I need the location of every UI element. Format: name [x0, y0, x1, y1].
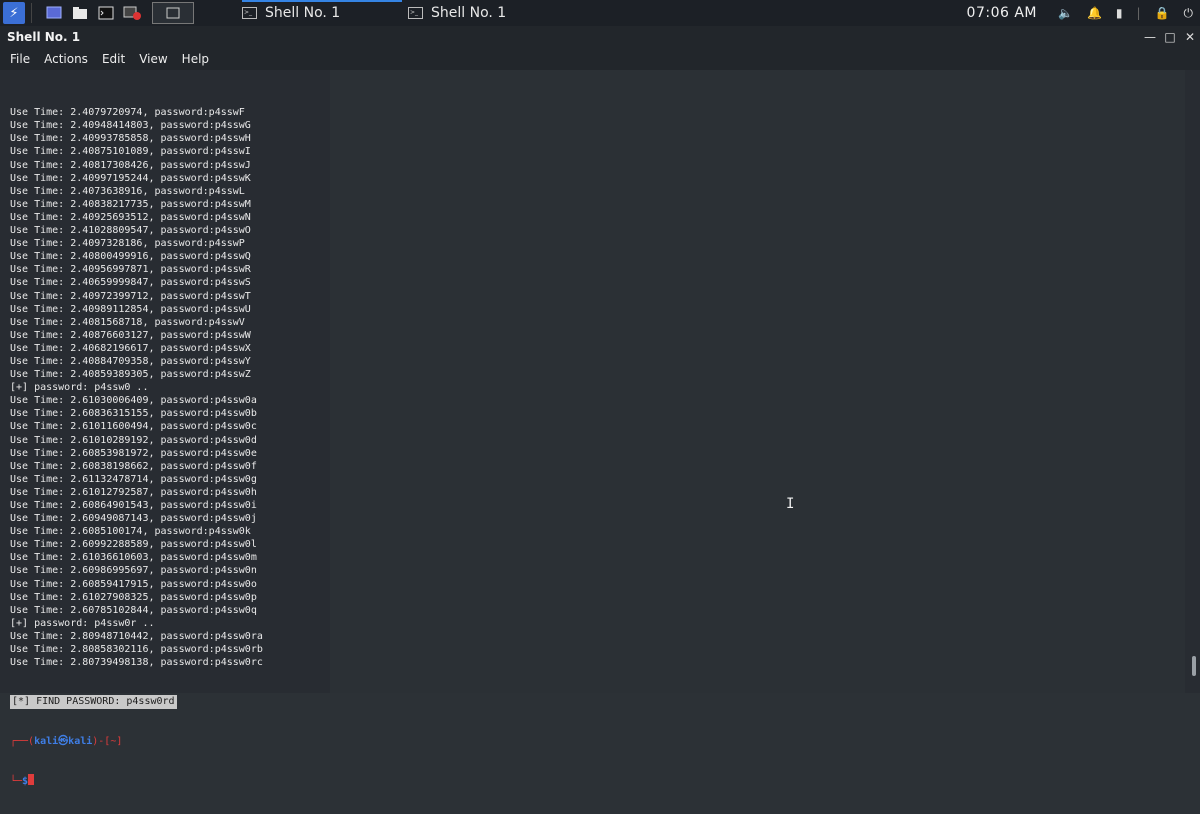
output-line: Use Time: 2.40875101089, password:p4sswI: [10, 146, 251, 158]
kali-menu-icon[interactable]: ⚡: [3, 2, 25, 24]
menu-bar: File Actions Edit View Help: [0, 48, 1200, 70]
close-icon[interactable]: ✕: [1180, 30, 1200, 44]
menu-actions[interactable]: Actions: [44, 52, 88, 66]
task-label: Shell No. 1: [431, 5, 507, 21]
output-line: Use Time: 2.40800499916, password:p4sswQ: [10, 251, 251, 263]
menu-edit[interactable]: Edit: [102, 52, 125, 66]
output-line: Use Time: 2.4073638916, password:p4sswL: [10, 185, 245, 197]
output-line: Use Time: 2.60785102844, password:p4ssw0…: [10, 604, 257, 616]
output-line: Use Time: 2.60836315155, password:p4ssw0…: [10, 408, 257, 420]
output-line: Use Time: 2.40972399712, password:p4sswT: [10, 290, 251, 302]
lock-icon[interactable]: 🔒: [1155, 6, 1170, 20]
output-line: Use Time: 2.80858302116, password:p4ssw0…: [10, 644, 263, 656]
output-line: Use Time: 2.40993785858, password:p4sswH: [10, 133, 251, 145]
output-line: Use Time: 2.40956997871, password:p4sswR: [10, 264, 251, 276]
text-cursor: [28, 773, 35, 785]
output-line: Use Time: 2.60986995697, password:p4ssw0…: [10, 565, 257, 577]
separator-icon: |: [1136, 6, 1141, 20]
output-line: Use Time: 2.40659999847, password:p4sswS: [10, 277, 251, 289]
output-line: Use Time: 2.40948414803, password:p4sswG: [10, 120, 251, 132]
taskbar: ⚡ >_ Shell No. 1 >_ Shell No. 1 07:06 AM…: [0, 0, 1200, 27]
output-line: Use Time: 2.40817308426, password:p4sswJ: [10, 159, 251, 171]
mouse-cursor-icon: I: [786, 496, 795, 512]
output-line: Use Time: 2.80948710442, password:p4ssw0…: [10, 630, 263, 642]
minimize-icon[interactable]: —: [1140, 30, 1160, 44]
menu-help[interactable]: Help: [182, 52, 209, 66]
system-tray: 07:06 AM 🔈 🔔 ▮ | 🔒 ⏻: [967, 0, 1200, 26]
output-line: Use Time: 2.40884709358, password:p4sswY: [10, 355, 251, 367]
window-controls: — □ ✕: [1140, 26, 1200, 48]
output-line: Use Time: 2.61030006409, password:p4ssw0…: [10, 395, 257, 407]
output-line: [+] password: p4ssw0r ..: [10, 617, 155, 629]
output-line: Use Time: 2.61012792587, password:p4ssw0…: [10, 486, 257, 498]
task-shell-2[interactable]: >_ Shell No. 1: [408, 0, 568, 26]
clock[interactable]: 07:06 AM: [967, 5, 1037, 21]
output-line: Use Time: 2.40859389305, password:p4sswZ: [10, 369, 251, 381]
browser-icon[interactable]: [122, 4, 142, 22]
terminal-task-icon: >_: [242, 7, 257, 19]
background-window-ghost: [330, 70, 1185, 693]
window-titlebar[interactable]: Shell No. 1 — □ ✕: [0, 26, 1200, 48]
task-shell-1[interactable]: >_ Shell No. 1: [242, 0, 402, 26]
prompt-user: kali㉿kali: [34, 735, 93, 747]
output-line: Use Time: 2.60992288589, password:p4ssw0…: [10, 539, 257, 551]
output-line: Use Time: 2.60864901543, password:p4ssw0…: [10, 500, 257, 511]
file-manager-icon[interactable]: [70, 4, 90, 22]
output-line: Use Time: 2.61011600494, password:p4ssw0…: [10, 421, 257, 433]
menu-file[interactable]: File: [10, 52, 30, 66]
workspace-switcher[interactable]: [152, 2, 194, 24]
terminal-task-icon: >_: [408, 7, 423, 19]
terminal-area[interactable]: Use Time: 2.4079720974, password:p4sswF U…: [0, 70, 1200, 787]
find-password-line: [*] FIND PASSWORD: p4ssw0rd: [10, 695, 177, 709]
window-title: Shell No. 1: [7, 30, 81, 44]
output-line: Use Time: 2.60853981972, password:p4ssw0…: [10, 447, 257, 459]
output-line: Use Time: 2.40997195244, password:p4sswK: [10, 172, 251, 184]
output-line: Use Time: 2.40925693512, password:p4sswN: [10, 211, 251, 223]
output-line: Use Time: 2.61010289192, password:p4ssw0…: [10, 434, 257, 446]
output-line: Use Time: 2.40682196617, password:p4sswX: [10, 342, 251, 354]
output-lines: Use Time: 2.4079720974, password:p4sswF U…: [10, 106, 263, 669]
menu-view[interactable]: View: [139, 52, 167, 66]
output-line: Use Time: 2.4079720974, password:p4sswF: [10, 107, 245, 119]
output-line: Use Time: 2.40989112854, password:p4sswU: [10, 303, 251, 315]
prompt-line-1: ┌──(kali㉿kali)-[~]: [10, 735, 263, 748]
output-line: Use Time: 2.61027908325, password:p4ssw0…: [10, 591, 257, 603]
prompt-open: ┌──(: [10, 735, 35, 747]
output-line: Use Time: 2.4097328186, password:p4sswP: [10, 238, 245, 250]
terminal-output: Use Time: 2.4079720974, password:p4sswF U…: [10, 80, 263, 814]
terminal-launcher-icon[interactable]: [96, 4, 116, 22]
output-line: Use Time: 2.40876603127, password:p4sswW: [10, 329, 251, 341]
output-line: Use Time: 2.60859417915, password:p4ssw0…: [10, 578, 257, 590]
notifications-icon[interactable]: 🔔: [1087, 6, 1102, 20]
output-line: [+] password: p4ssw0 ..: [10, 382, 149, 394]
output-line: Use Time: 2.41028809547, password:p4sswO: [10, 225, 251, 237]
output-line: Use Time: 2.61132478714, password:p4ssw0…: [10, 473, 257, 485]
output-line: Use Time: 2.61036610603, password:p4ssw0…: [10, 552, 257, 564]
output-line: Use Time: 2.6085100174, password:p4ssw0k: [10, 526, 251, 538]
maximize-icon[interactable]: □: [1160, 30, 1180, 44]
task-label: Shell No. 1: [265, 5, 341, 21]
taskbar-separator: [31, 3, 32, 23]
prompt-line-2: └─$: [10, 773, 263, 788]
terminal-scrollbar[interactable]: [1192, 656, 1196, 676]
output-line: Use Time: 2.80739498138, password:p4ssw0…: [10, 657, 263, 669]
output-line: Use Time: 2.60838198662, password:p4ssw0…: [10, 460, 257, 472]
prompt-close: └─: [10, 775, 23, 787]
active-task-indicator: [242, 0, 402, 2]
output-line: Use Time: 2.40838217735, password:p4sswM: [10, 198, 251, 210]
output-line: Use Time: 2.60949087143, password:p4ssw0…: [10, 513, 257, 525]
output-line: Use Time: 2.4081568718, password:p4sswV: [10, 316, 245, 328]
prompt-dir: )-[~]: [92, 735, 123, 747]
volume-icon[interactable]: 🔈: [1058, 6, 1073, 20]
logout-icon[interactable]: ⏻: [1184, 6, 1194, 21]
desktop-icon[interactable]: [44, 4, 64, 22]
battery-icon[interactable]: ▮: [1116, 6, 1123, 20]
